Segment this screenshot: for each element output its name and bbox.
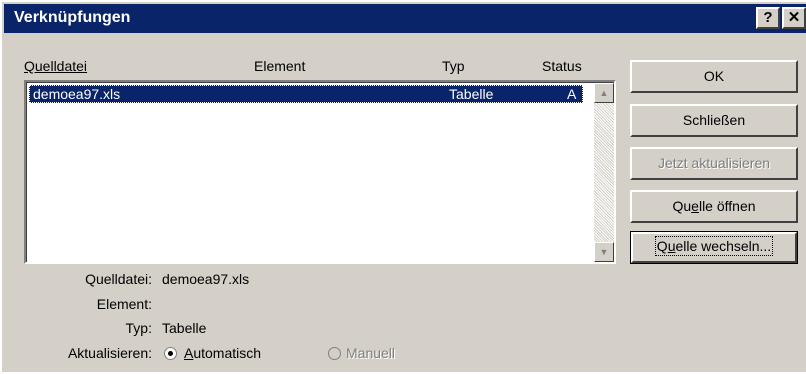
ok-button[interactable]: OK	[630, 60, 798, 93]
close-button[interactable]: Schließen	[630, 104, 798, 137]
radio-manual[interactable]	[328, 347, 341, 360]
links-list-inner: demoea97.xls Tabelle A ▲ ▼	[26, 82, 614, 262]
header-status: Status	[542, 58, 582, 74]
help-button[interactable]: ?	[756, 7, 780, 29]
vertical-scrollbar[interactable]: ▲ ▼	[594, 83, 614, 262]
close-label: Schließen	[682, 112, 746, 128]
radio-automatic-label[interactable]: Automatisch	[184, 345, 261, 361]
links-list[interactable]: demoea97.xls Tabelle A ▲ ▼	[24, 80, 616, 264]
scroll-up-button[interactable]: ▲	[594, 83, 614, 103]
change-source-button[interactable]: Quelle wechseln...	[630, 231, 798, 264]
change-source-label: Quelle wechseln...	[654, 236, 774, 256]
arrow-down-icon: ▼	[599, 247, 609, 257]
ok-label: OK	[703, 68, 725, 84]
close-icon: ✕	[787, 9, 801, 26]
dialog-title: Verknüpfungen	[14, 9, 131, 26]
title-bar: Verknüpfungen ? ✕	[4, 4, 806, 33]
row-source: demoea97.xls	[33, 86, 121, 102]
detail-type-value: Tabelle	[162, 320, 207, 336]
open-source-button[interactable]: Quelle öffnen	[630, 190, 798, 223]
detail-source-label: Quelldatei:	[85, 271, 152, 287]
header-element: Element	[254, 58, 306, 74]
detail-type-label: Typ:	[125, 320, 152, 336]
radio-manual-label[interactable]: Manuell	[346, 345, 395, 361]
detail-source-value: demoea97.xls	[162, 271, 250, 287]
arrow-up-icon: ▲	[599, 88, 609, 98]
list-item[interactable]: demoea97.xls Tabelle A	[29, 85, 583, 103]
header-source: Quelldatei	[24, 58, 87, 74]
update-now-label: Jetzt aktualisieren	[657, 155, 771, 171]
row-type: Tabelle	[449, 86, 494, 102]
scroll-down-button[interactable]: ▼	[594, 242, 614, 262]
links-dialog: Verknüpfungen ? ✕ Quelldatei Element Typ…	[0, 0, 806, 372]
close-window-button[interactable]: ✕	[782, 7, 806, 29]
header-type: Typ	[442, 58, 465, 74]
help-icon: ?	[763, 9, 773, 26]
row-status: A	[567, 86, 577, 102]
open-source-label: Quelle öffnen	[672, 198, 756, 214]
header-source-label: Quelldatei	[24, 58, 88, 74]
detail-element-label: Element:	[96, 296, 152, 312]
radio-selected-dot	[168, 351, 173, 356]
update-mode-label: Aktualisieren:	[67, 345, 152, 361]
update-now-button[interactable]: Jetzt aktualisieren	[630, 147, 798, 180]
radio-automatic[interactable]	[164, 347, 177, 360]
